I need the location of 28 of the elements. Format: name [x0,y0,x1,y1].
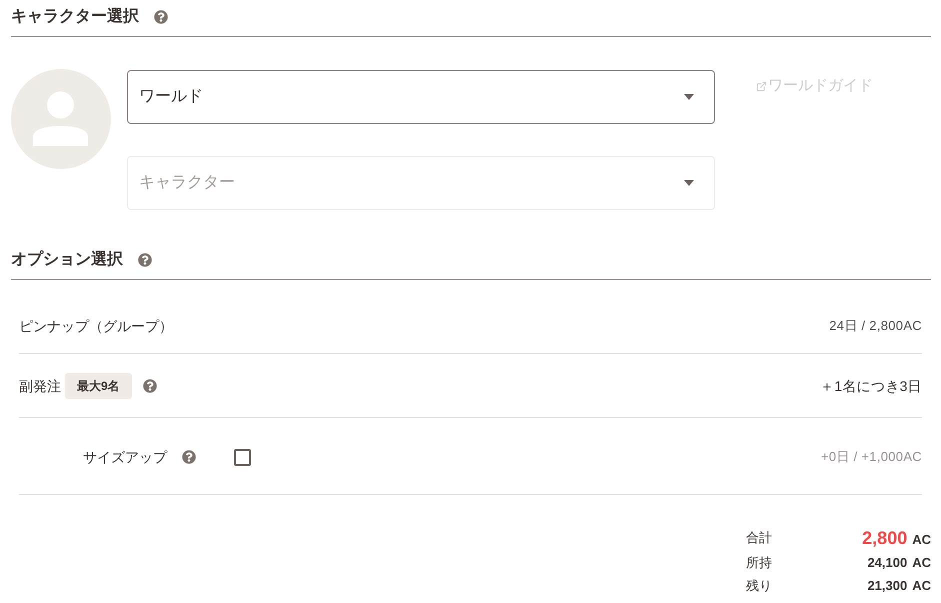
currency-unit: AC [912,530,931,548]
option-detail: +0日 / +1,000AC [820,448,922,466]
help-icon[interactable] [182,450,196,464]
amount-value: 24,100 [867,554,908,572]
total-label: 残り [746,576,772,595]
external-link-icon [756,80,767,92]
amount-value: 2,800 [862,526,908,550]
total-label: 合計 [746,529,772,548]
caret-icon [684,94,694,100]
currency-unit: AC [912,554,931,572]
section-title: キャラクター選択 [11,7,139,27]
currency-unit: AC [912,576,931,595]
help-icon[interactable] [154,10,168,24]
option-label: ピンナップ（グループ） [19,316,173,336]
limit-badge: 最大9名 [65,372,132,398]
section-title: オプション選択 [11,250,123,270]
checkbox[interactable] [234,448,251,466]
help-icon[interactable] [138,253,152,267]
world-select[interactable]: ワールド [127,70,715,124]
help-icon[interactable] [142,378,157,392]
option-label: サイズアップ [83,448,167,467]
user-silhouette-icon [11,69,111,169]
option-detail: ＋1名につき3日 [820,376,922,396]
amount-value: 21,300 [867,576,908,595]
caret-icon [684,180,694,186]
option-label: 副発注 [19,376,61,396]
total-label: 所持 [746,554,772,572]
option-detail: 24日 / 2,800AC [829,316,922,334]
